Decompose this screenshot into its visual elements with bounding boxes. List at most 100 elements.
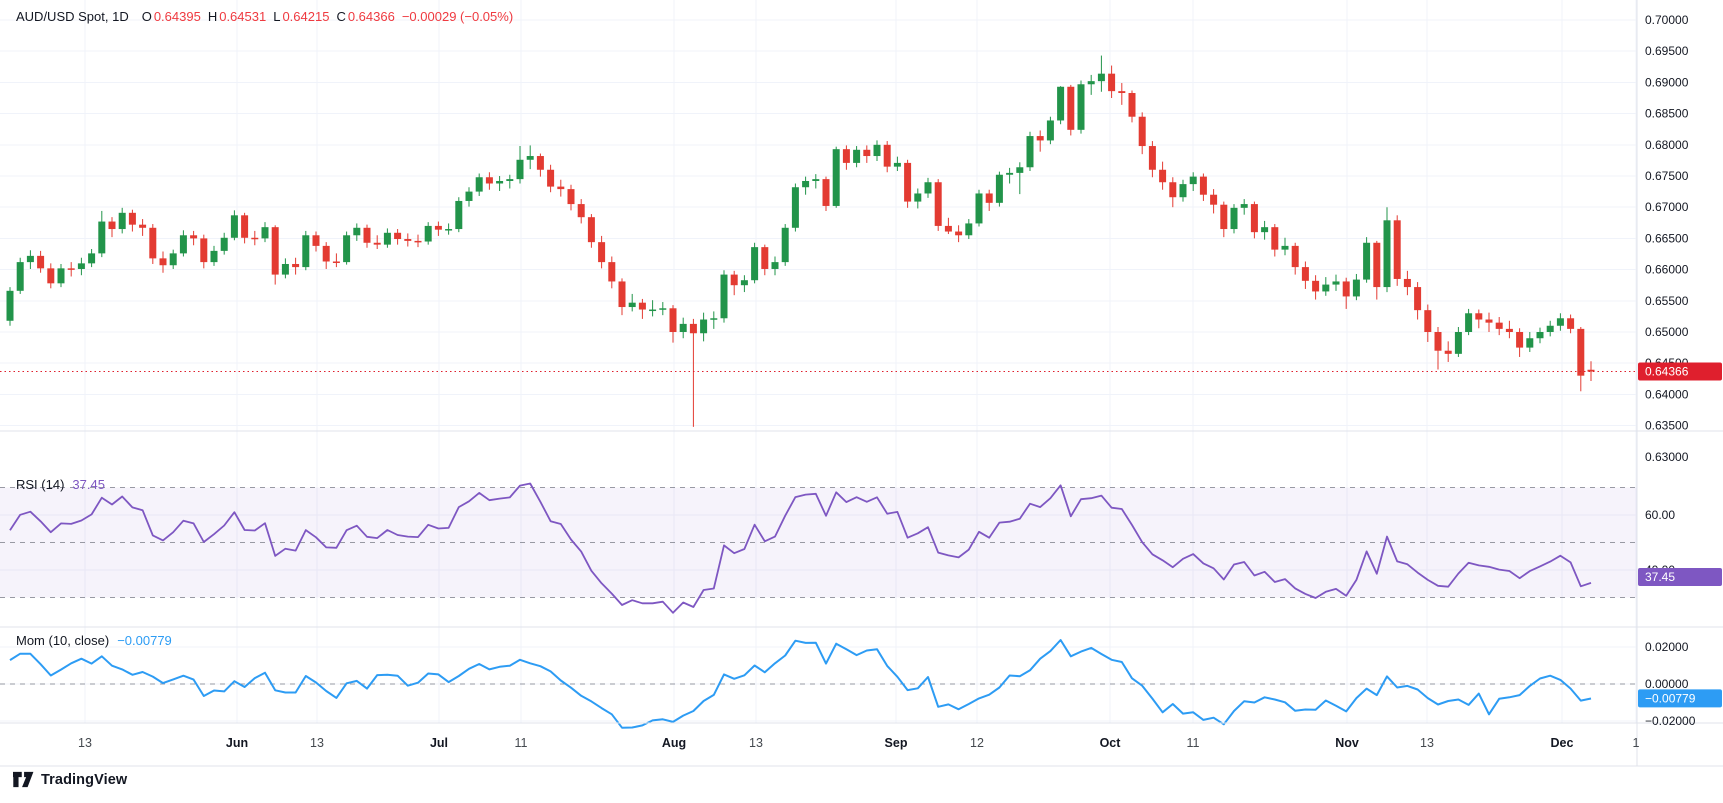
candle	[823, 177, 830, 211]
candle	[17, 258, 24, 294]
candle	[884, 141, 891, 172]
candle	[221, 233, 228, 255]
candle	[1088, 75, 1095, 95]
axis-label: 0.69500	[1645, 44, 1689, 58]
symbol-title[interactable]: AUD/USD Spot, 1D	[16, 9, 129, 24]
candle	[527, 145, 534, 169]
candle	[1016, 162, 1023, 194]
axis-label: 0.68500	[1645, 107, 1689, 121]
candle	[833, 147, 840, 208]
time-axis-label: Jul	[430, 736, 448, 750]
open-label: O	[142, 9, 152, 24]
candle	[27, 250, 34, 269]
candle	[1353, 274, 1360, 300]
momentum-legend[interactable]: Mom (10, close) −0.00779	[16, 633, 172, 648]
candlestick-series[interactable]	[7, 56, 1595, 427]
candle	[1577, 327, 1584, 391]
candle	[1231, 204, 1238, 233]
candle	[1557, 313, 1564, 330]
axis-label: 0.65500	[1645, 294, 1689, 308]
candle	[1261, 221, 1268, 240]
momentum-label: Mom (10, close)	[16, 633, 109, 648]
candle	[394, 229, 401, 245]
rsi-label: RSI (14)	[16, 477, 64, 492]
candle	[1118, 83, 1125, 105]
axis-label: 0.00000	[1645, 677, 1689, 691]
candle	[996, 172, 1003, 207]
candle	[1027, 132, 1034, 171]
axis-label: 0.70000	[1645, 13, 1689, 27]
tradingview-logo[interactable]: TradingView	[13, 771, 127, 788]
candle	[384, 228, 391, 247]
candle	[466, 187, 473, 206]
ohlc-legend[interactable]: AUD/USD Spot, 1D O0.64395 H0.64531 L0.64…	[16, 9, 513, 24]
time-axis-label: 13	[310, 736, 324, 750]
candle	[1526, 332, 1533, 352]
candle	[180, 230, 187, 256]
candle	[761, 245, 768, 276]
axis-label: 0.63500	[1645, 419, 1689, 433]
candle	[149, 224, 156, 264]
candle	[1047, 117, 1054, 144]
time-axis-label: Aug	[662, 736, 686, 750]
candle	[313, 232, 320, 252]
candle	[782, 224, 789, 266]
momentum-current-value: −0.00779	[117, 633, 172, 648]
candle	[1404, 271, 1411, 295]
high-label: H	[208, 9, 217, 24]
time-axis-label: 11	[515, 736, 528, 750]
candle	[894, 157, 901, 171]
candle	[710, 311, 717, 328]
candle	[1271, 224, 1278, 256]
candle	[690, 319, 697, 427]
candle	[1037, 130, 1044, 151]
candle	[1445, 341, 1452, 362]
chart-canvas[interactable]: 0.700000.695000.690000.685000.680000.675…	[0, 0, 1723, 803]
candle	[190, 231, 197, 245]
candle	[1200, 174, 1207, 201]
candle	[292, 258, 299, 275]
candle	[659, 302, 666, 315]
candle	[639, 299, 646, 319]
candle	[1108, 66, 1115, 98]
candle	[1180, 180, 1187, 202]
candle	[1547, 321, 1554, 337]
candle	[1098, 56, 1105, 92]
candle	[1486, 313, 1493, 332]
candle	[751, 243, 758, 284]
candle	[200, 235, 207, 269]
rsi-legend[interactable]: RSI (14) 37.45	[16, 477, 105, 492]
close-label: C	[336, 9, 345, 24]
candle	[700, 313, 707, 342]
candle	[1129, 91, 1136, 123]
candle	[78, 258, 85, 275]
candle	[1424, 305, 1431, 342]
candle	[404, 233, 411, 246]
svg-text:37.45: 37.45	[1645, 570, 1675, 584]
candle	[1190, 172, 1197, 191]
time-axis-label: Nov	[1335, 736, 1359, 750]
candle	[1475, 310, 1482, 329]
axis-label: 0.64000	[1645, 387, 1689, 401]
candle	[792, 183, 799, 231]
candle	[670, 305, 677, 342]
candle	[945, 218, 952, 234]
candle	[476, 174, 483, 196]
candle	[58, 264, 65, 287]
candle	[119, 208, 126, 234]
axis-label: 0.63000	[1645, 450, 1689, 464]
time-axis[interactable]: 13Jun13Jul11Aug13Sep12Oct11Nov13Dec1	[78, 736, 1639, 750]
candle	[588, 214, 595, 248]
candle	[455, 197, 462, 232]
candle	[914, 188, 921, 208]
candle	[629, 294, 636, 311]
axis-label: 0.69000	[1645, 75, 1689, 89]
rsi-value-badge: 37.45	[1638, 568, 1722, 586]
candle	[272, 225, 279, 284]
candle	[1516, 328, 1523, 357]
pane-separators	[0, 0, 1723, 766]
axis-label: 0.67000	[1645, 200, 1689, 214]
candle	[1343, 278, 1350, 309]
candle	[1251, 202, 1258, 239]
candle	[139, 219, 146, 236]
